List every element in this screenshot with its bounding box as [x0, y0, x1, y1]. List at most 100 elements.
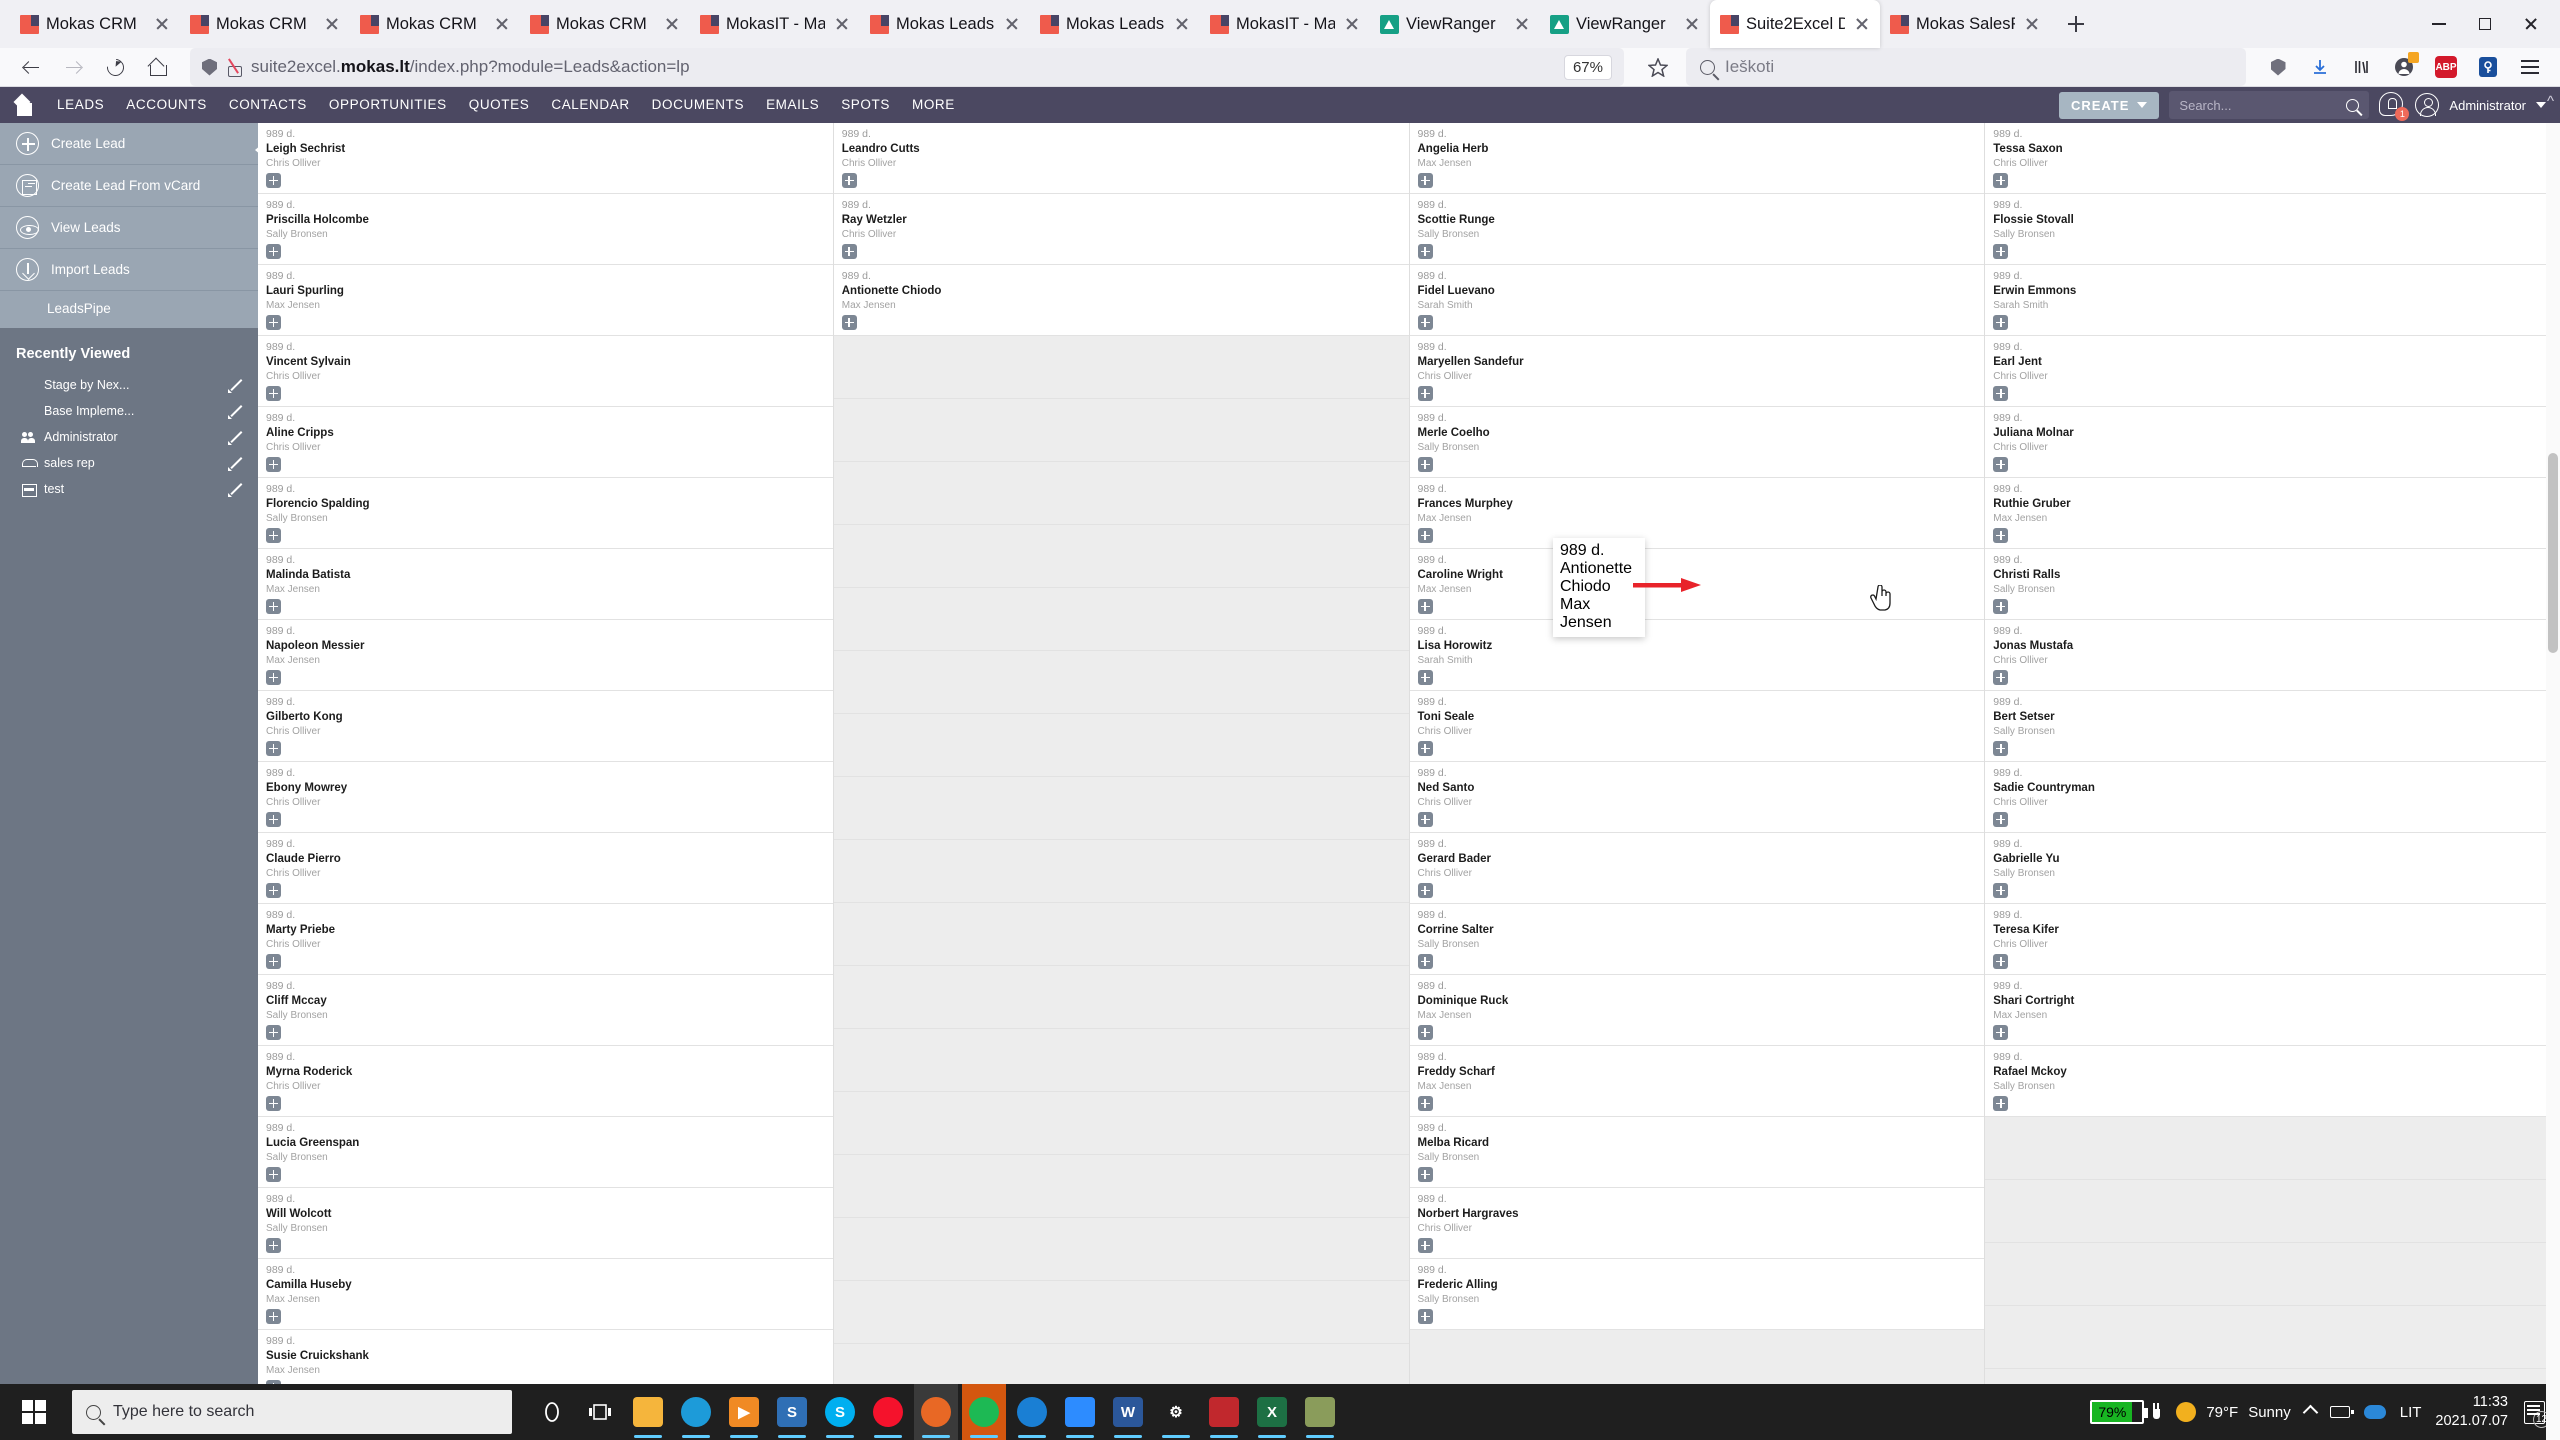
media-player-icon[interactable]: ▶: [722, 1384, 766, 1440]
skype-icon[interactable]: S: [818, 1384, 862, 1440]
kanban-empty-slot[interactable]: [833, 588, 1409, 651]
add-icon[interactable]: [1993, 457, 2009, 472]
zoom-icon[interactable]: [1058, 1384, 1102, 1440]
add-icon[interactable]: [1417, 812, 1433, 827]
card-lead-name[interactable]: Bert Setser: [1993, 710, 2552, 725]
kanban-empty-slot[interactable]: [833, 1281, 1409, 1344]
kanban-empty-slot[interactable]: [833, 1029, 1409, 1092]
add-icon[interactable]: [266, 244, 281, 259]
lead-card[interactable]: 989 d. Florencio Spalding Sally Bronsen: [258, 478, 833, 549]
add-icon[interactable]: [266, 1025, 281, 1040]
lead-card[interactable]: 989 d. Scottie Runge Sally Bronsen: [1409, 194, 1985, 265]
nav-item-more[interactable]: MORE: [901, 87, 966, 123]
lead-card[interactable]: 989 d. Freddy Scharf Max Jensen: [1409, 1046, 1985, 1117]
card-lead-name[interactable]: Teresa Kifer: [1993, 923, 2552, 938]
browser-tab[interactable]: MokasIT - Manag: [1200, 0, 1370, 48]
lead-card[interactable]: 989 d. Lucia Greenspan Sally Bronsen: [258, 1117, 833, 1188]
lead-card[interactable]: 989 d. Vincent Sylvain Chris Olliver: [258, 336, 833, 407]
collapse-nav-chevron-icon[interactable]: ^: [2547, 93, 2554, 110]
lead-card[interactable]: 989 d. Frederic Alling Sally Bronsen: [1409, 1259, 1985, 1330]
lead-card[interactable]: 989 d. Cliff Mccay Sally Bronsen: [258, 975, 833, 1046]
kanban-empty-slot[interactable]: [833, 840, 1409, 903]
excel-icon[interactable]: X: [1250, 1384, 1294, 1440]
add-icon[interactable]: [1993, 954, 2009, 969]
recently-viewed-item[interactable]: Stage by Nex...: [0, 372, 258, 398]
lead-card[interactable]: 989 d. Melba Ricard Sally Bronsen: [1409, 1117, 1985, 1188]
card-lead-name[interactable]: Aline Cripps: [266, 426, 825, 441]
recently-viewed-item[interactable]: Base Impleme...: [0, 398, 258, 424]
browser-tab[interactable]: Mokas CRM: [350, 0, 520, 48]
card-lead-name[interactable]: Gabrielle Yu: [1993, 852, 2552, 867]
file-explorer-icon[interactable]: [626, 1384, 670, 1440]
close-icon[interactable]: [832, 14, 852, 34]
card-lead-name[interactable]: Leandro Cutts: [842, 142, 1401, 157]
add-icon[interactable]: [1417, 741, 1433, 756]
add-icon[interactable]: [1417, 244, 1433, 259]
nav-item-accounts[interactable]: ACCOUNTS: [115, 87, 218, 123]
edit-pencil-icon[interactable]: [228, 430, 242, 444]
close-icon[interactable]: [1172, 14, 1192, 34]
kanban-empty-slot[interactable]: [833, 525, 1409, 588]
browser-tab[interactable]: Suite2Excel Demo: [1710, 0, 1880, 48]
browser-tab[interactable]: MokasIT - Manag: [690, 0, 860, 48]
nav-item-leads[interactable]: LEADS: [46, 87, 115, 123]
board-vertical-scrollbar[interactable]: [2546, 123, 2560, 1440]
weather-widget[interactable]: 79°F Sunny: [2176, 1402, 2291, 1422]
lead-card[interactable]: 989 d. Corrine Salter Sally Bronsen: [1409, 904, 1985, 975]
recently-viewed-item[interactable]: Administrator: [0, 424, 258, 450]
browser-tab[interactable]: ViewRanger: [1370, 0, 1540, 48]
add-icon[interactable]: [1417, 954, 1433, 969]
kanban-empty-slot[interactable]: [1985, 1180, 2560, 1243]
add-icon[interactable]: [1417, 1167, 1433, 1182]
lead-card[interactable]: 989 d. Christi Ralls Sally Bronsen: [1985, 549, 2560, 620]
card-lead-name[interactable]: Ned Santo: [1418, 781, 1977, 796]
add-icon[interactable]: [1417, 528, 1433, 543]
card-lead-name[interactable]: Ebony Mowrey: [266, 781, 825, 796]
card-lead-name[interactable]: Ray Wetzler: [842, 213, 1401, 228]
crm-search-input[interactable]: Search...: [2169, 91, 2370, 119]
add-icon[interactable]: [266, 954, 281, 969]
add-icon[interactable]: [266, 173, 281, 188]
settings-gear-icon[interactable]: ⚙: [1154, 1384, 1198, 1440]
card-lead-name[interactable]: Scottie Runge: [1418, 213, 1977, 228]
lead-card[interactable]: 989 d. Camilla Huseby Max Jensen: [258, 1259, 833, 1330]
add-icon[interactable]: [1993, 741, 2009, 756]
adblock-plus-icon[interactable]: ABP: [2428, 49, 2464, 85]
back-button[interactable]: [12, 48, 50, 86]
add-icon[interactable]: [266, 457, 281, 472]
add-icon[interactable]: [266, 528, 281, 543]
add-icon[interactable]: [266, 1309, 281, 1324]
add-icon[interactable]: [266, 741, 281, 756]
kanban-empty-slot[interactable]: [833, 714, 1409, 777]
add-icon[interactable]: [266, 1167, 281, 1182]
sync-icon[interactable]: [1010, 1384, 1054, 1440]
add-icon[interactable]: [841, 315, 857, 330]
lead-card[interactable]: 989 d. Frances Murphey Max Jensen: [1409, 478, 1985, 549]
card-lead-name[interactable]: Dominique Ruck: [1418, 994, 1977, 1009]
spotify-icon[interactable]: [962, 1384, 1006, 1440]
battery-indicator[interactable]: 79%: [2090, 1400, 2162, 1424]
avatar[interactable]: [2415, 93, 2440, 117]
lead-card[interactable]: 989 d. Will Wolcott Sally Bronsen: [258, 1188, 833, 1259]
firefox-icon[interactable]: [914, 1384, 958, 1440]
card-lead-name[interactable]: Norbert Hargraves: [1418, 1207, 1977, 1222]
card-lead-name[interactable]: Merle Coelho: [1418, 426, 1977, 441]
opera-icon[interactable]: [866, 1384, 910, 1440]
tray-battery-icon[interactable]: [2329, 1406, 2354, 1418]
close-icon[interactable]: [1682, 14, 1702, 34]
nav-item-calendar[interactable]: CALENDAR: [540, 87, 640, 123]
card-lead-name[interactable]: Fidel Luevano: [1418, 284, 1977, 299]
lead-card[interactable]: 989 d. Erwin Emmons Sarah Smith: [1985, 265, 2560, 336]
add-icon[interactable]: [1993, 670, 2009, 685]
lead-card[interactable]: 989 d. Myrna Roderick Chris Olliver: [258, 1046, 833, 1117]
close-icon[interactable]: [2022, 14, 2042, 34]
add-icon[interactable]: [1417, 1025, 1433, 1040]
close-icon[interactable]: [492, 14, 512, 34]
sidebar-item-view-leads[interactable]: View Leads: [0, 207, 258, 249]
kanban-empty-slot[interactable]: [833, 1218, 1409, 1281]
password-manager-icon[interactable]: [2470, 49, 2506, 85]
nav-item-documents[interactable]: DOCUMENTS: [641, 87, 755, 123]
kanban-empty-slot[interactable]: [833, 777, 1409, 840]
card-lead-name[interactable]: Frederic Alling: [1418, 1278, 1977, 1293]
kanban-empty-slot[interactable]: [1985, 1117, 2560, 1180]
